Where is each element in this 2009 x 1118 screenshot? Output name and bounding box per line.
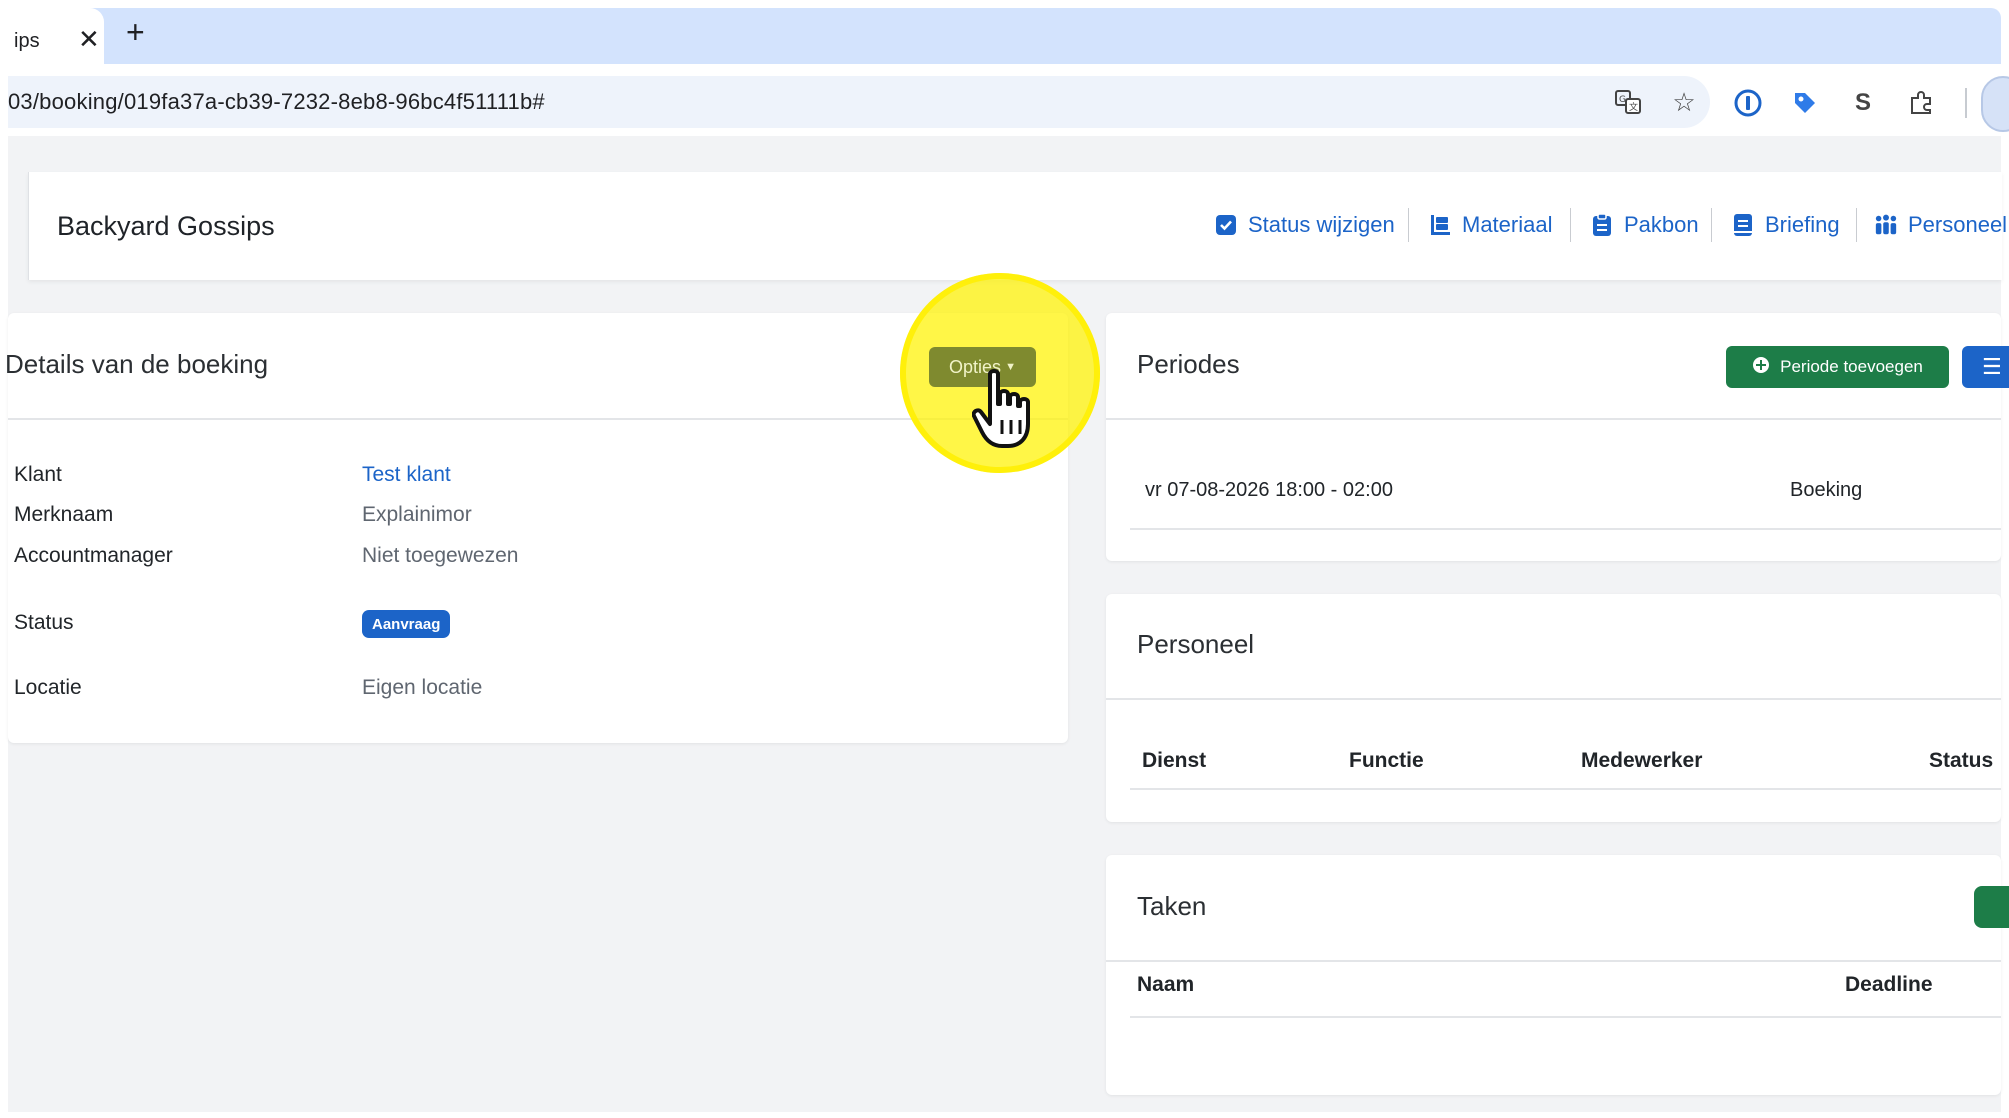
tag-extension-icon[interactable] xyxy=(1788,86,1822,120)
period-type: Boeking xyxy=(1790,479,1863,501)
materiaal-link[interactable]: Materiaal xyxy=(1428,212,1552,238)
period-datetime[interactable]: vr 07-08-2026 18:00 - 02:00 xyxy=(1145,479,1393,502)
header-divider xyxy=(1711,208,1712,242)
page-title: Backyard Gossips xyxy=(57,211,275,241)
s-extension-icon[interactable]: S xyxy=(1846,86,1880,120)
book-icon xyxy=(1731,213,1755,237)
klant-value-link[interactable]: Test klant xyxy=(362,463,451,487)
personeel-divider xyxy=(1106,698,2001,700)
accountmanager-label: Accountmanager xyxy=(14,544,173,567)
merknaam-label: Merknaam xyxy=(14,503,114,526)
col-naam: Naam xyxy=(1137,973,1195,996)
list-icon: ☰ xyxy=(1982,354,2002,379)
status-label: Status xyxy=(14,611,74,634)
puzzle-extensions-icon[interactable] xyxy=(1904,86,1938,120)
materiaal-label: Materiaal xyxy=(1462,212,1553,237)
status-wijzigen-link[interactable]: Status wijzigen xyxy=(1214,212,1395,238)
bookmark-star-icon[interactable]: ☆ xyxy=(1668,86,1700,118)
col-functie: Functie xyxy=(1349,749,1424,772)
browser-tab[interactable]: ips ✕ xyxy=(8,8,104,64)
tab-close-icon[interactable]: ✕ xyxy=(78,26,100,52)
plus-circle-icon xyxy=(1752,356,1770,379)
col-deadline: Deadline xyxy=(1845,973,1933,996)
password-manager-icon[interactable] xyxy=(1731,86,1765,120)
tab-strip xyxy=(8,8,2001,64)
dolly-icon xyxy=(1428,213,1452,237)
taken-card-title: Taken xyxy=(1137,891,1207,921)
hand-cursor-icon xyxy=(971,368,1042,457)
taken-header-divider xyxy=(1130,1016,2001,1018)
briefing-link[interactable]: Briefing xyxy=(1731,212,1840,238)
personeel-header-divider xyxy=(1130,788,2001,790)
status-badge: Aanvraag xyxy=(362,610,451,638)
col-status: Status xyxy=(1929,749,1994,772)
details-card-title: Details van de boeking xyxy=(5,349,269,379)
new-tab-button[interactable]: + xyxy=(126,16,145,48)
translate-icon[interactable]: G文 xyxy=(1612,86,1644,118)
details-divider xyxy=(8,418,1068,420)
taken-divider xyxy=(1106,960,2001,962)
status-wijzigen-label: Status wijzigen xyxy=(1248,212,1395,237)
briefing-label: Briefing xyxy=(1765,212,1840,237)
col-medewerker: Medewerker xyxy=(1581,749,1703,772)
col-dienst: Dienst xyxy=(1142,749,1207,772)
periode-toevoegen-label: Periode toevoegen xyxy=(1780,357,1923,376)
url-text[interactable]: 03/booking/019fa37a-cb39-7232-8eb8-96bc4… xyxy=(8,89,545,115)
periodes-divider xyxy=(1106,418,2001,420)
tab-title: ips xyxy=(14,30,40,52)
personeel-card-title: Personeel xyxy=(1137,629,1255,659)
periodes-card-title: Periodes xyxy=(1137,349,1240,379)
locatie-value: Eigen locatie xyxy=(362,676,483,699)
personeel-label: Personeel xyxy=(1908,212,2008,237)
locatie-label: Locatie xyxy=(14,676,82,699)
merknaam-value: Explainimor xyxy=(362,503,472,526)
personeel-link[interactable]: Personeel xyxy=(1874,212,2007,238)
pakbon-link[interactable]: Pakbon xyxy=(1590,212,1699,238)
profile-avatar[interactable] xyxy=(1981,76,2009,132)
page-header xyxy=(28,172,2002,280)
klant-label: Klant xyxy=(14,463,62,486)
people-icon xyxy=(1874,213,1898,237)
taak-toevoegen-button[interactable] xyxy=(1974,886,2009,928)
toolbar-divider xyxy=(1965,88,1967,118)
svg-text:G: G xyxy=(1619,95,1626,105)
svg-text:文: 文 xyxy=(1629,101,1638,113)
periode-toevoegen-button[interactable]: Periode toevoegen xyxy=(1726,346,1949,388)
period-row-divider xyxy=(1130,528,2001,530)
clipboard-icon xyxy=(1590,213,1614,237)
header-divider xyxy=(1856,208,1857,242)
list-view-button[interactable]: ☰ xyxy=(1962,346,2009,388)
pakbon-label: Pakbon xyxy=(1624,212,1699,237)
header-divider xyxy=(1408,208,1409,242)
header-divider xyxy=(1570,208,1571,242)
check-square-icon xyxy=(1214,213,1238,237)
accountmanager-value: Niet toegewezen xyxy=(362,544,519,567)
